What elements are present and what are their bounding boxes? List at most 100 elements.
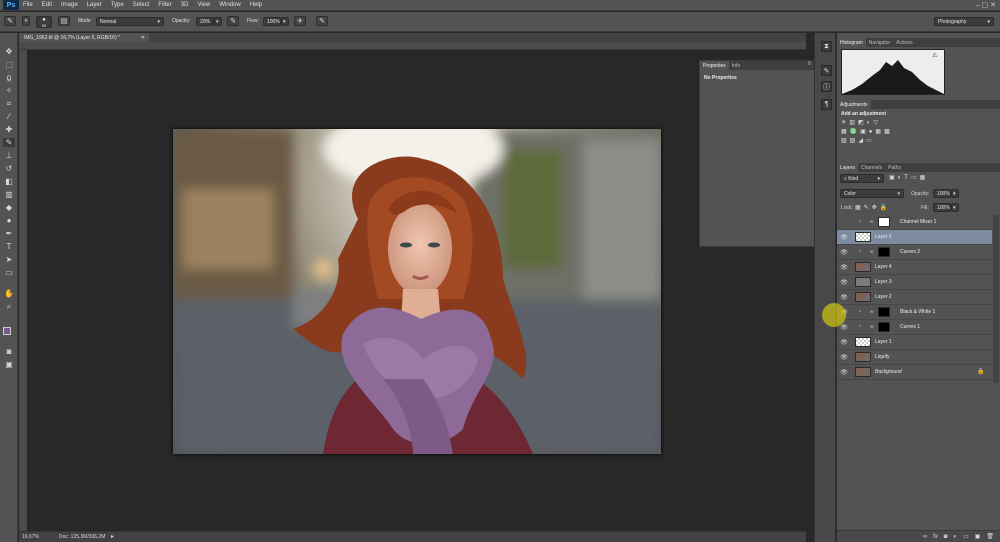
menu-help[interactable]: Help — [250, 2, 262, 8]
eye-icon[interactable]: 👁 — [840, 234, 848, 241]
layer-mask-thumbnail[interactable] — [878, 322, 890, 332]
document-tab[interactable]: IMG_1962.tif @ 16,7% (Layer 5, RGB/16) *… — [19, 33, 149, 42]
adjustment-row-3-icons[interactable]: ▨▧◢▭ — [841, 137, 921, 146]
eye-icon[interactable]: 👁 — [840, 324, 848, 331]
link-icon[interactable]: ∞ — [870, 309, 874, 315]
flow-field[interactable]: 100% — [263, 17, 281, 26]
screen-mode-icon[interactable]: ▣ — [3, 360, 15, 369]
mode-dropdown[interactable]: Normal ▾ — [96, 17, 164, 26]
document-image[interactable] — [173, 129, 661, 454]
doc-size-info[interactable]: Doc: 125,3M/336,2M — [59, 534, 105, 540]
layer-opacity-slider-toggle[interactable]: ▾ — [951, 189, 959, 198]
layer-mask-thumbnail[interactable] — [878, 247, 890, 257]
layer-row[interactable]: 👁 Layer 1 — [837, 335, 992, 350]
opacity-slider-toggle[interactable]: ▾ — [214, 17, 222, 26]
layer-name[interactable]: Layer 2 — [875, 294, 892, 300]
layer-mask-thumbnail[interactable] — [878, 217, 890, 227]
tab-histogram[interactable]: Histogram — [837, 38, 866, 47]
path-selection-tool-icon[interactable]: ➤ — [3, 255, 15, 264]
brush-panel-icon[interactable]: ✎ — [821, 65, 832, 76]
shape-tool-icon[interactable]: ▭ — [3, 268, 15, 277]
tab-actions[interactable]: Actions — [893, 38, 915, 47]
foreground-color-swatch[interactable] — [3, 327, 11, 335]
eye-icon[interactable]: 👁 — [840, 339, 848, 346]
layer-thumbnail[interactable] — [855, 277, 871, 287]
layer-name[interactable]: Channel Mixer 1 — [900, 219, 936, 225]
fx-icon[interactable]: fx — [933, 534, 938, 540]
move-tool-icon[interactable]: ✥ — [3, 47, 15, 56]
layer-row[interactable]: 👁 Layer 4 — [837, 260, 992, 275]
opacity-field[interactable]: 20% — [196, 17, 214, 26]
warning-icon[interactable]: ⚠ — [932, 52, 937, 59]
layer-row[interactable]: 👁 ◔ ∞ Curves 1 — [837, 320, 992, 335]
mask-icon[interactable]: ◙ — [944, 534, 948, 540]
layer-row[interactable]: 👁 ◔ ∞ Black & White 1 — [837, 305, 992, 320]
layer-name[interactable]: Layer 1 — [875, 339, 892, 345]
hand-tool-icon[interactable]: ✋ — [3, 289, 15, 298]
layer-fill-field[interactable]: 100% — [933, 203, 951, 212]
menu-file[interactable]: File — [23, 2, 33, 8]
eye-icon[interactable]: 👁 — [840, 294, 848, 301]
layer-row[interactable]: 👁 Liquify — [837, 350, 992, 365]
brush-size-picker[interactable]: ● 65 — [36, 16, 52, 28]
layer-name[interactable]: Layer 4 — [875, 264, 892, 270]
new-layer-icon[interactable]: ▣ — [975, 533, 981, 540]
layer-name[interactable]: Curves 2 — [900, 249, 920, 255]
eye-icon[interactable]: 👁 — [840, 354, 848, 361]
clone-stamp-tool-icon[interactable]: ⊥ — [3, 151, 15, 160]
flow-slider-toggle[interactable]: ▾ — [281, 17, 289, 26]
visibility-toggle[interactable] — [840, 219, 848, 226]
crop-tool-icon[interactable]: ⌗ — [3, 99, 15, 108]
adjustment-icons-grid[interactable]: ☀▥◩◐▽ ▦♎▣●▦▩ ▨▧◢▭ — [841, 119, 921, 147]
pen-tool-icon[interactable]: ✒ — [3, 229, 15, 238]
tab-info[interactable]: Info — [729, 61, 743, 70]
menu-select[interactable]: Select — [133, 2, 150, 8]
layer-row[interactable]: 👁 Layer 3 — [837, 275, 992, 290]
layer-mask-thumbnail[interactable] — [878, 307, 890, 317]
menu-edit[interactable]: Edit — [42, 2, 52, 8]
eye-icon[interactable]: 👁 — [840, 369, 848, 376]
type-tool-icon[interactable]: T — [3, 242, 15, 251]
menu-image[interactable]: Image — [61, 2, 78, 8]
dodge-tool-icon[interactable]: ● — [3, 216, 15, 225]
zoom-tool-icon[interactable]: ⌕ — [3, 302, 15, 311]
quick-mask-icon[interactable]: ◙ — [3, 347, 15, 356]
eye-icon[interactable]: 👁 — [840, 279, 848, 286]
menu-filter[interactable]: Filter — [158, 2, 171, 8]
link-icon[interactable]: ∞ — [870, 219, 874, 225]
tool-preset-dropdown-icon[interactable]: ▾ — [22, 16, 30, 26]
menu-type[interactable]: Type — [111, 2, 124, 8]
info-panel-icon[interactable]: ⓘ — [821, 81, 832, 92]
blur-tool-icon[interactable]: ◆ — [3, 203, 15, 212]
eye-icon[interactable]: 👁 — [840, 249, 848, 256]
eraser-tool-icon[interactable]: ◧ — [3, 177, 15, 186]
brush-tool-icon[interactable]: ✎ — [3, 138, 15, 147]
layer-thumbnail[interactable] — [855, 262, 871, 272]
pressure-size-icon[interactable]: ✎ — [316, 16, 328, 26]
layer-thumbnail[interactable] — [855, 367, 871, 377]
tab-paths[interactable]: Paths — [885, 163, 904, 172]
character-panel-icon[interactable]: ¶ — [821, 99, 832, 110]
layer-name[interactable]: Liquify — [875, 354, 889, 360]
blend-mode-dropdown[interactable]: Color ▾ — [840, 189, 904, 198]
trash-icon[interactable]: 🗑 — [986, 533, 994, 540]
layer-name[interactable]: Black & White 1 — [900, 309, 935, 315]
adjustment-row-1-icons[interactable]: ☀▥◩◐▽ — [841, 119, 921, 128]
quick-select-tool-icon[interactable]: ✧ — [3, 86, 15, 95]
eye-icon[interactable]: 👁 — [840, 264, 848, 271]
group-icon[interactable]: ▭ — [963, 533, 969, 540]
pressure-opacity-icon[interactable]: ✎ — [227, 16, 239, 26]
history-brush-tool-icon[interactable]: ↺ — [3, 164, 15, 173]
tab-channels[interactable]: Channels — [858, 163, 885, 172]
layer-name[interactable]: Curves 1 — [900, 324, 920, 330]
layer-filter-dropdown[interactable]: ⌕ Kind ▾ — [840, 174, 884, 183]
lasso-tool-icon[interactable]: ϱ — [3, 73, 15, 82]
link-icon[interactable]: ∞ — [870, 324, 874, 330]
layer-filter-type-icons[interactable]: ▣◐T▭▦ — [889, 174, 928, 181]
menu-layer[interactable]: Layer — [87, 2, 102, 8]
layer-row[interactable]: 👁 Background 🔒 — [837, 365, 992, 380]
layer-name[interactable]: Background — [875, 369, 902, 375]
layer-row[interactable]: 👁 Layer 2 — [837, 290, 992, 305]
workspace-switcher[interactable]: Photography ▾ — [934, 17, 994, 26]
link-icon[interactable]: ∞ — [870, 249, 874, 255]
